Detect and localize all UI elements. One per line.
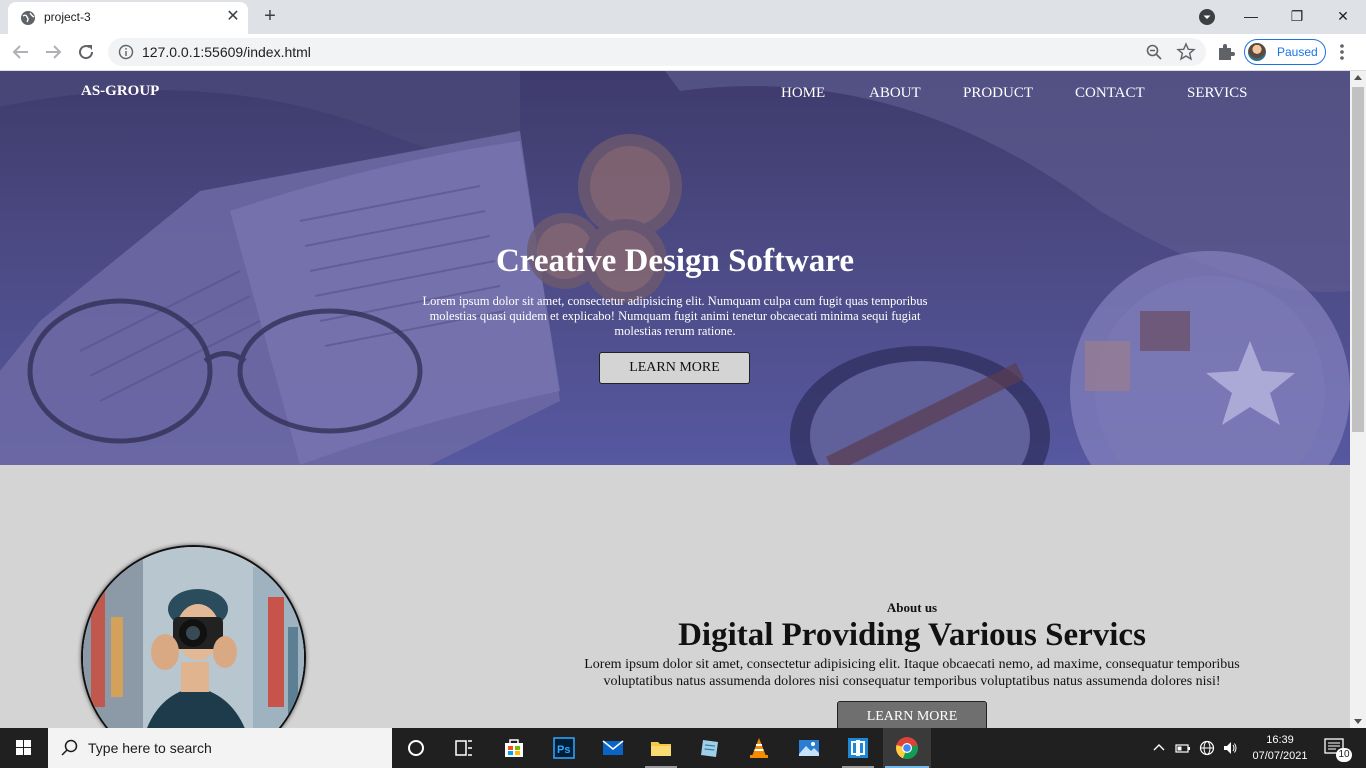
reload-icon[interactable] [74, 40, 98, 64]
extensions-puzzle-icon[interactable] [1216, 42, 1236, 62]
tab-search-icon[interactable] [1198, 8, 1216, 26]
clock-date: 07/07/2021 [1252, 750, 1308, 762]
svg-text:Ps: Ps [557, 744, 570, 756]
scrollbar-thumb[interactable] [1352, 87, 1364, 432]
mail-button[interactable] [589, 728, 637, 768]
about-learn-more-button[interactable]: LEARN MORE [837, 701, 987, 728]
restore-button[interactable]: ❐ [1274, 4, 1320, 28]
cortana-button[interactable] [392, 728, 440, 768]
hero-text: Lorem ipsum dolor sit amet, consectetur … [422, 294, 928, 338]
mail-icon [602, 740, 624, 755]
chrome-button[interactable] [883, 728, 931, 768]
notes-icon [701, 740, 718, 757]
photographer-illustration [83, 547, 304, 728]
tab-title: project-3 [44, 10, 91, 24]
zoom-icon[interactable] [1145, 43, 1163, 61]
photoshop-icon: Ps [553, 737, 575, 759]
brand-logo[interactable]: AS-GROUP [81, 83, 159, 100]
taskbar-search-box[interactable]: Type here to search [48, 728, 392, 768]
close-window-button[interactable]: ✕ [1320, 4, 1366, 28]
nav-contact[interactable]: CONTACT [1075, 85, 1145, 102]
profile-status: Paused [1277, 45, 1318, 59]
hero-learn-more-button[interactable]: LEARN MORE [599, 352, 750, 384]
app-window-icon [848, 738, 868, 758]
hero-section: AS-GROUP HOME ABOUT PRODUCT CONTACT SERV… [0, 71, 1350, 465]
nav-home[interactable]: HOME [781, 85, 825, 102]
hero-title: Creative Design Software [495, 243, 855, 279]
browser-toolbar: 127.0.0.1:55609/index.html [0, 34, 1366, 71]
site-info-icon[interactable] [118, 44, 134, 60]
avatar [1248, 43, 1266, 61]
about-photographer-image [81, 545, 306, 728]
battery-icon[interactable] [1175, 740, 1191, 756]
search-icon [61, 739, 78, 756]
tab-strip: project-3 ✕ + — ❐ ✕ [0, 0, 1366, 34]
scroll-up-icon[interactable] [1354, 75, 1362, 80]
tray-chevron-up-icon[interactable] [1151, 740, 1167, 756]
search-placeholder: Type here to search [88, 740, 212, 756]
task-view-icon [455, 740, 472, 756]
store-icon [505, 739, 523, 757]
new-tab-button[interactable]: + [259, 5, 281, 27]
minimize-button[interactable]: — [1228, 4, 1274, 28]
profile-button[interactable]: Paused [1244, 39, 1326, 65]
forward-arrow-icon[interactable] [41, 40, 65, 64]
vlc-button[interactable] [735, 728, 783, 768]
network-globe-icon[interactable] [1199, 740, 1215, 756]
chrome-icon [896, 737, 918, 760]
photos-icon [799, 740, 819, 756]
page-scrollbar[interactable] [1350, 71, 1366, 728]
windows-taskbar: Type here to search Ps 16:39 07/07/2021 … [0, 728, 1366, 768]
bookmark-star-icon[interactable] [1176, 42, 1196, 62]
windows-logo-icon [16, 740, 31, 755]
volume-icon[interactable] [1222, 740, 1238, 756]
store-button[interactable] [490, 728, 538, 768]
nav-product[interactable]: PRODUCT [963, 85, 1033, 102]
action-center-button[interactable]: 10 [1318, 736, 1358, 764]
clock-time: 16:39 [1266, 734, 1294, 746]
about-title: Digital Providing Various Servics [678, 617, 1146, 653]
cortana-icon [408, 740, 424, 756]
task-view-button[interactable] [440, 728, 488, 768]
more-menu-icon[interactable] [1336, 42, 1348, 62]
page-viewport: AS-GROUP HOME ABOUT PRODUCT CONTACT SERV… [0, 71, 1350, 728]
vlc-cone-icon [750, 738, 768, 758]
notification-count-badge: 10 [1336, 748, 1352, 762]
tab-project-3[interactable]: project-3 ✕ [8, 2, 248, 34]
photos-button[interactable] [785, 728, 833, 768]
nav-about[interactable]: ABOUT [869, 85, 921, 102]
file-explorer-button[interactable] [637, 728, 685, 768]
system-clock[interactable]: 16:39 07/07/2021 [1252, 732, 1308, 764]
start-button[interactable] [0, 728, 48, 768]
notes-app-button[interactable] [686, 728, 734, 768]
address-bar[interactable]: 127.0.0.1:55609/index.html [108, 38, 1206, 66]
close-tab-icon[interactable]: ✕ [224, 8, 242, 26]
folder-icon [651, 742, 671, 756]
globe-icon [21, 11, 35, 25]
photoshop-button[interactable]: Ps [540, 728, 588, 768]
about-eyebrow: About us [886, 600, 938, 615]
terminal-app-button[interactable] [834, 728, 882, 768]
nav-servics[interactable]: SERVICS [1187, 85, 1247, 102]
url-text[interactable]: 127.0.0.1:55609/index.html [142, 44, 311, 60]
about-text: Lorem ipsum dolor sit amet, consectetur … [584, 657, 1240, 689]
back-arrow-icon[interactable] [9, 40, 33, 64]
scroll-down-icon[interactable] [1354, 719, 1362, 724]
